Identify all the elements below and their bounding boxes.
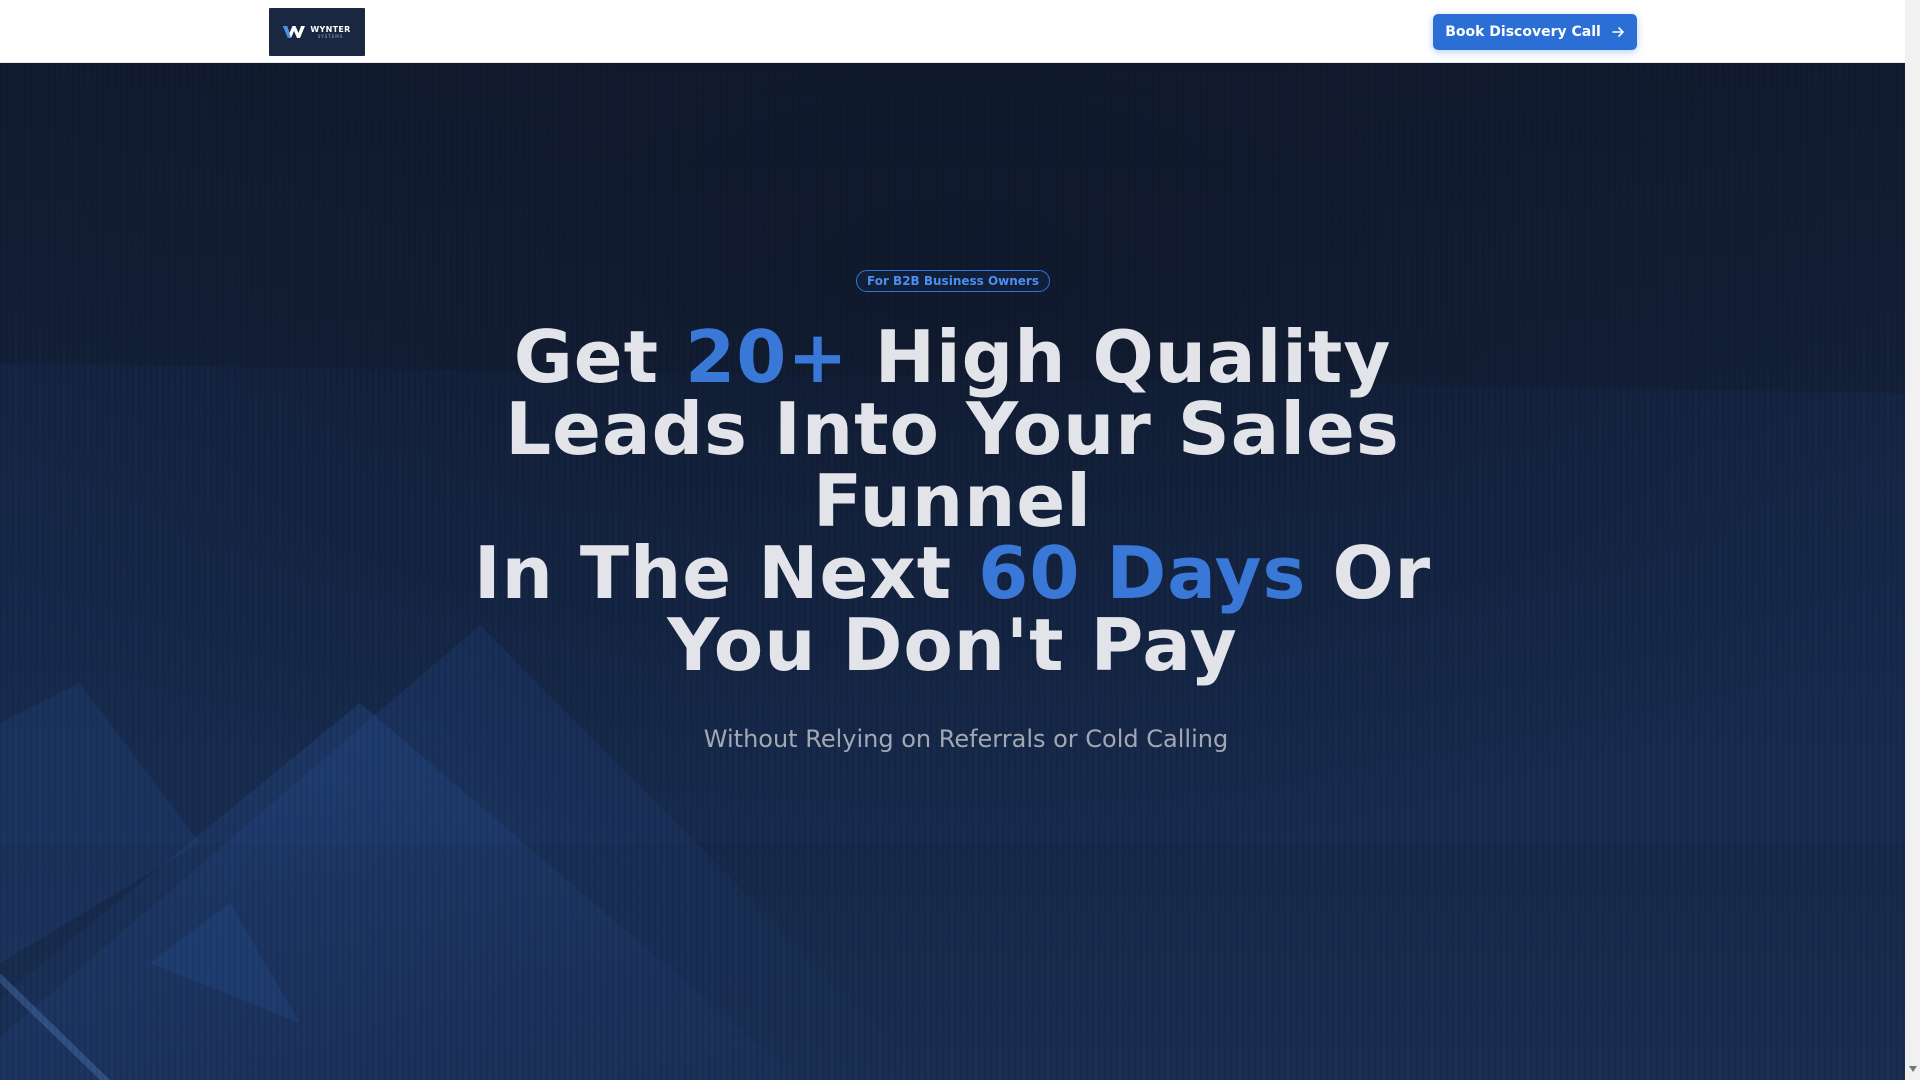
hero-section: For B2B Business Owners Get 20+ High Qua…	[0, 63, 1905, 1080]
hero-headline: Get 20+ High Quality Leads Into Your Sal…	[440, 321, 1465, 681]
logo-name: WYNTER	[310, 24, 351, 34]
scroll-down-arrow-icon[interactable]	[1909, 1066, 1917, 1072]
logo-mark-icon	[283, 26, 306, 38]
landing-page: WYNTER SYSTEMS Book Discovery Call For B…	[0, 0, 1920, 1080]
audience-badge: For B2B Business Owners	[856, 270, 1050, 292]
logo-sub: SYSTEMS	[317, 33, 344, 39]
site-header: WYNTER SYSTEMS Book Discovery Call	[0, 0, 1905, 63]
hero-subheadline: Without Relying on Referrals or Cold Cal…	[703, 725, 1229, 753]
arrow-right-icon	[1611, 27, 1624, 37]
brand-logo[interactable]: WYNTER SYSTEMS	[269, 8, 365, 56]
page-scrollbar[interactable]	[1905, 0, 1920, 1080]
audience-badge-text: For B2B Business Owners	[867, 274, 1039, 288]
logo-text: WYNTER SYSTEMS	[310, 24, 351, 39]
book-discovery-call-button[interactable]: Book Discovery Call	[1433, 14, 1637, 50]
cta-label: Book Discovery Call	[1445, 24, 1601, 40]
